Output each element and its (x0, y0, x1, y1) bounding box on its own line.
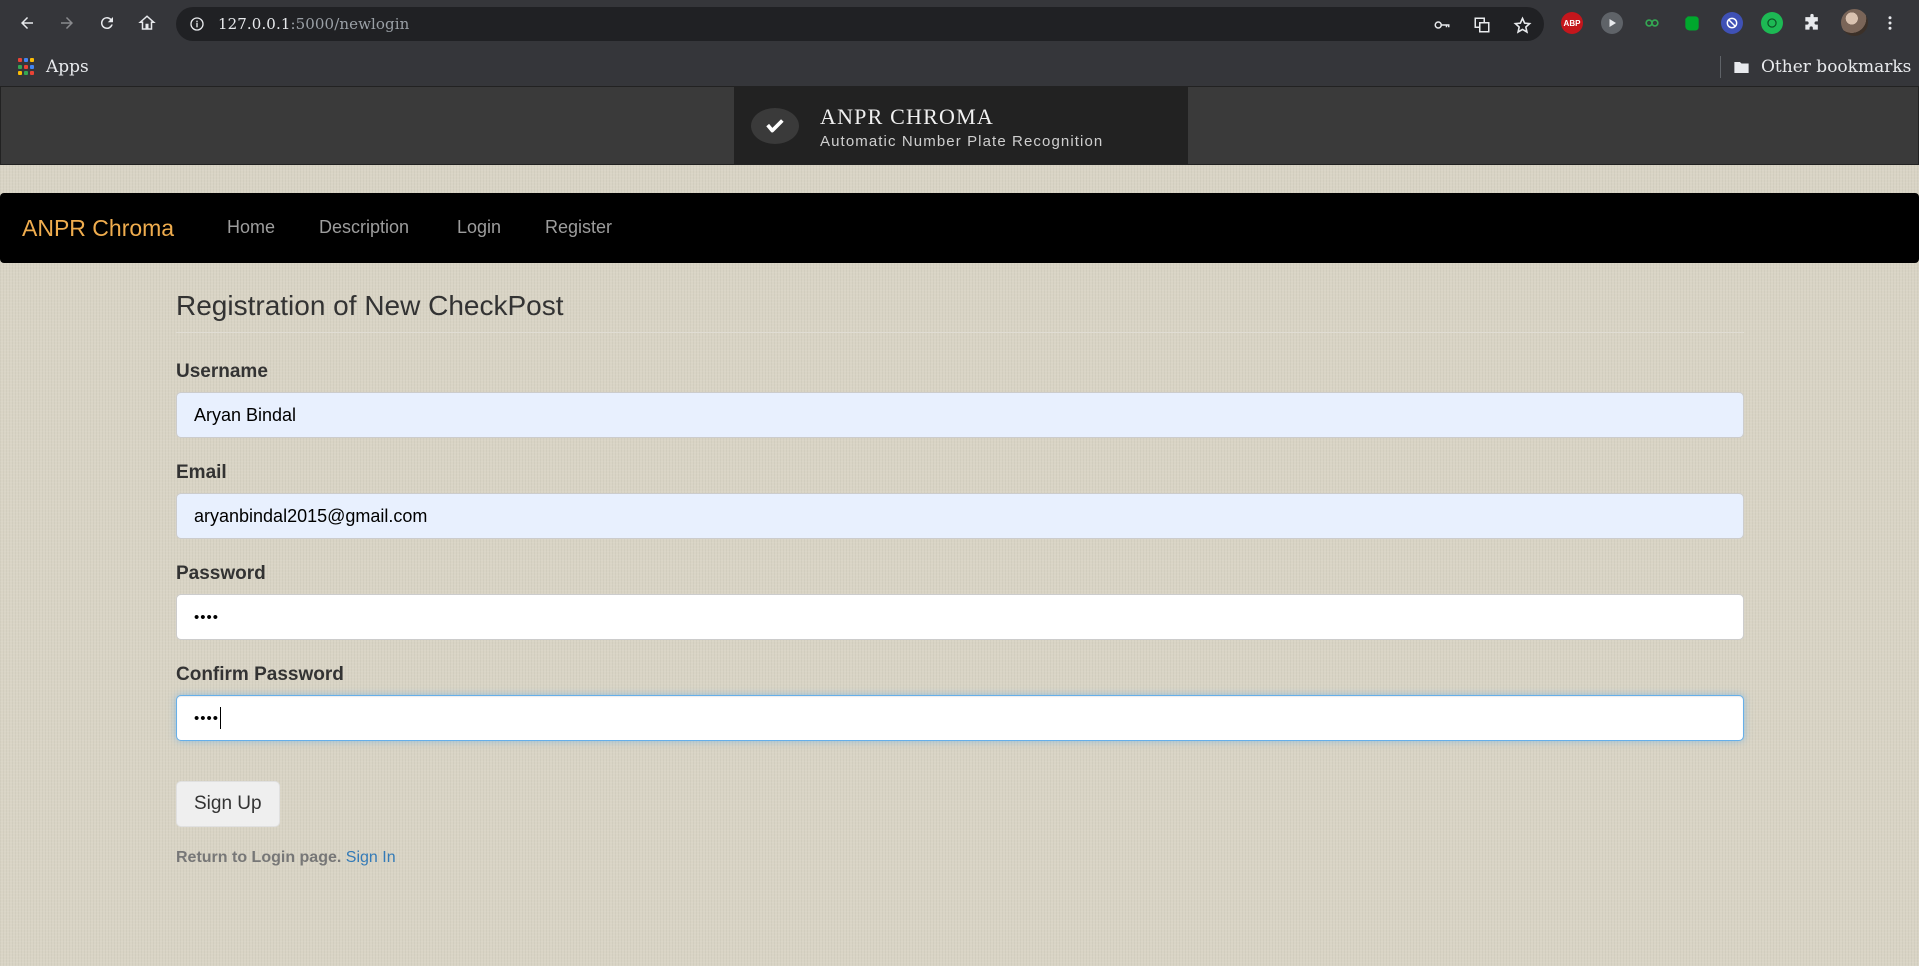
sign-in-link[interactable]: Sign In (346, 849, 396, 866)
home-button[interactable] (133, 9, 161, 37)
site-subtitle: Automatic Number Plate Recognition (820, 133, 1104, 150)
username-value: Aryan Bindal (194, 404, 297, 425)
home-icon (138, 15, 156, 30)
back-button[interactable] (13, 9, 41, 37)
confirm-password-value: •••• (194, 709, 220, 727)
apps-button[interactable]: Apps (18, 54, 89, 80)
confirm-password-input[interactable]: •••• (176, 695, 1744, 741)
kebab-menu-icon (1888, 16, 1892, 30)
evernote-icon[interactable] (1681, 12, 1703, 34)
other-bookmarks-button[interactable]: Other bookmarks (1732, 54, 1911, 80)
play-icon[interactable] (1601, 12, 1623, 34)
return-to-login: Return to Login page. Sign In (176, 849, 1744, 867)
nav-link-description[interactable]: Description (319, 217, 409, 238)
apps-label: Apps (46, 57, 89, 77)
return-text: Return to Login page. (176, 849, 342, 866)
password-label: Password (176, 563, 266, 584)
main-navbar: ANPR Chroma Home Description Login Regis… (0, 193, 1919, 263)
email-value: aryanbindal2015@gmail.com (194, 505, 428, 526)
nav-link-home[interactable]: Home (227, 217, 275, 238)
blocker-icon[interactable] (1721, 12, 1743, 34)
menu-button[interactable] (1879, 9, 1901, 37)
address-bar[interactable]: 127.0.0.1:5000/newlogin (176, 7, 1544, 41)
text-caret (220, 707, 222, 729)
folder-icon (1734, 61, 1749, 73)
url-host: 127.0.0.1 (218, 15, 291, 33)
sign-up-button[interactable]: Sign Up (176, 781, 280, 827)
arrow-right-icon (61, 17, 73, 29)
form-legend: Registration of New CheckPost (176, 290, 1744, 333)
url-path: :5000/newlogin (290, 15, 410, 33)
abp-icon[interactable]: ABP (1561, 12, 1583, 34)
arrow-left-icon (21, 17, 33, 29)
infinity-icon[interactable] (1641, 12, 1663, 34)
forward-button[interactable] (53, 9, 81, 37)
bookmarks-divider (1720, 56, 1721, 78)
key-icon[interactable] (1432, 15, 1452, 35)
reload-icon (100, 17, 113, 30)
bookmarks-bar: Apps Other bookmarks (0, 50, 1919, 86)
site-logo[interactable]: ANPR CHROMA Automatic Number Plate Recog… (734, 87, 1188, 164)
other-bookmarks-label: Other bookmarks (1761, 57, 1912, 77)
registration-form: Registration of New CheckPost Username A… (176, 290, 1744, 867)
translate-icon[interactable] (1472, 15, 1492, 35)
puzzle-icon[interactable] (1801, 12, 1823, 34)
email-label: Email (176, 462, 227, 483)
confirm-password-label: Confirm Password (176, 664, 344, 685)
star-icon[interactable] (1512, 15, 1532, 35)
username-label: Username (176, 361, 268, 382)
nav-link-login[interactable]: Login (457, 217, 501, 238)
password-input[interactable]: •••• (176, 594, 1744, 640)
password-value: •••• (194, 608, 220, 626)
username-input[interactable]: Aryan Bindal (176, 392, 1744, 438)
green-circle-icon[interactable] (1761, 12, 1783, 34)
site-title: ANPR CHROMA (820, 104, 994, 129)
checkmark-logo-icon (751, 108, 799, 144)
apps-grid-icon (18, 58, 36, 76)
email-input[interactable]: aryanbindal2015@gmail.com (176, 493, 1744, 539)
site-banner: ANPR CHROMA Automatic Number Plate Recog… (0, 86, 1919, 165)
nav-link-register[interactable]: Register (545, 217, 612, 238)
navbar-brand[interactable]: ANPR Chroma (22, 215, 174, 242)
reload-button[interactable] (93, 9, 121, 37)
url-text: 127.0.0.1:5000/newlogin (218, 15, 409, 33)
browser-toolbar: 127.0.0.1:5000/newlogin ABP Apps Other b… (0, 0, 1919, 86)
info-icon[interactable] (188, 15, 206, 33)
avatar[interactable] (1841, 9, 1868, 36)
